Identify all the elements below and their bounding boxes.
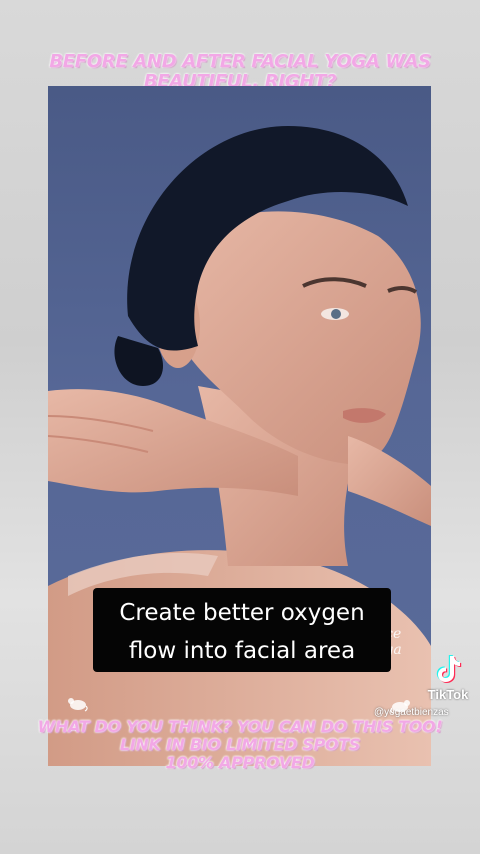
- tiktok-brand-label: TikTok: [427, 687, 469, 702]
- bottom-caption: WHAT DO YOU THINK? YOU CAN DO THIS TOO! …: [0, 718, 480, 772]
- tiktok-logo-icon: [436, 655, 462, 683]
- subtitle-line-2: flow into facial area: [128, 638, 356, 664]
- mouse-icon: [390, 700, 410, 714]
- mouse-icon: [68, 698, 88, 712]
- story-frame: BEFORE AND AFTER FACIAL YOGA WAS BEAUTIF…: [0, 0, 480, 854]
- bottom-caption-line-3: 100% APPROVED: [165, 753, 315, 772]
- top-caption-line-1: BEFORE AND AFTER FACIAL YOGA WAS: [49, 51, 431, 72]
- subtitle-line-1: Create better oxygen: [119, 600, 365, 626]
- bottom-caption-line-1: WHAT DO YOU THINK? YOU CAN DO THIS TOO!: [37, 717, 443, 736]
- bottom-caption-line-2: LINK IN BIO LIMITED SPOTS: [119, 735, 361, 754]
- subtitle-caption: Create better oxygen flow into facial ar…: [93, 588, 391, 672]
